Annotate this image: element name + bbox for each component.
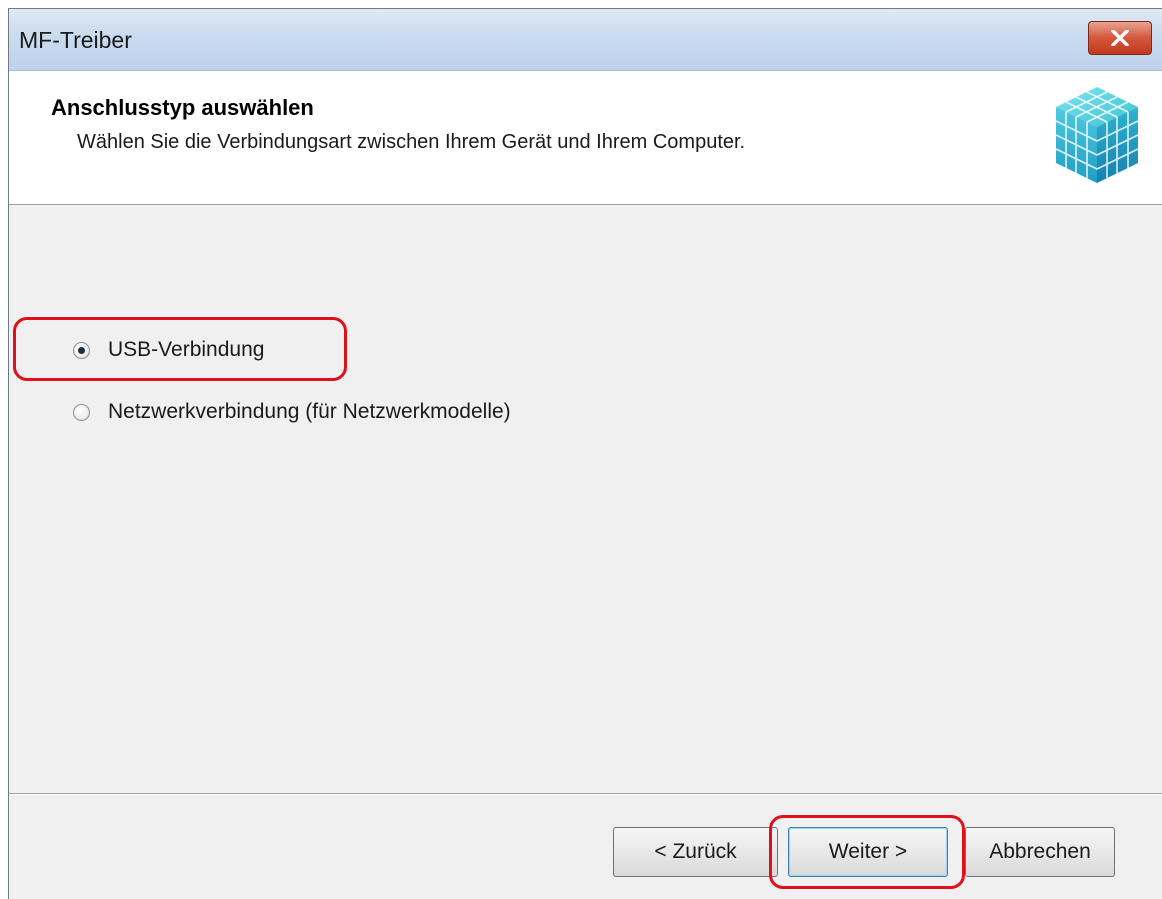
window-title: MF-Treiber [19, 27, 132, 53]
option-usb[interactable]: USB-Verbindung [73, 338, 264, 362]
back-button[interactable]: < Zurück [613, 827, 778, 877]
header-panel: Anschlusstyp auswählen Wählen Sie die Ve… [9, 71, 1162, 205]
next-button[interactable]: Weiter > [788, 827, 948, 877]
title-bar[interactable]: MF-Treiber [9, 9, 1162, 71]
network-radio-button[interactable] [73, 403, 90, 421]
page-title: Anschlusstyp auswählen [51, 95, 314, 120]
cube-icon [1055, 87, 1139, 183]
usb-option-label: USB-Verbindung [108, 338, 265, 361]
network-option-label: Netzwerkverbindung (für Netzwerkmodelle) [108, 400, 511, 423]
close-button[interactable] [1088, 21, 1152, 55]
footer-separator [9, 793, 1162, 795]
usb-radio-button[interactable] [73, 341, 90, 359]
page-subtitle: Wählen Sie die Verbindungsart zwischen I… [77, 131, 746, 153]
option-network[interactable]: Netzwerkverbindung (für Netzwerkmodelle) [73, 400, 511, 424]
close-icon [1111, 30, 1129, 46]
cancel-button[interactable]: Abbrechen [965, 827, 1115, 877]
content-area: USB-Verbindung Netzwerkverbindung (für N… [9, 205, 1162, 793]
installer-window: MF-Treiber Anschlusstyp auswählen Wählen… [8, 8, 1162, 899]
